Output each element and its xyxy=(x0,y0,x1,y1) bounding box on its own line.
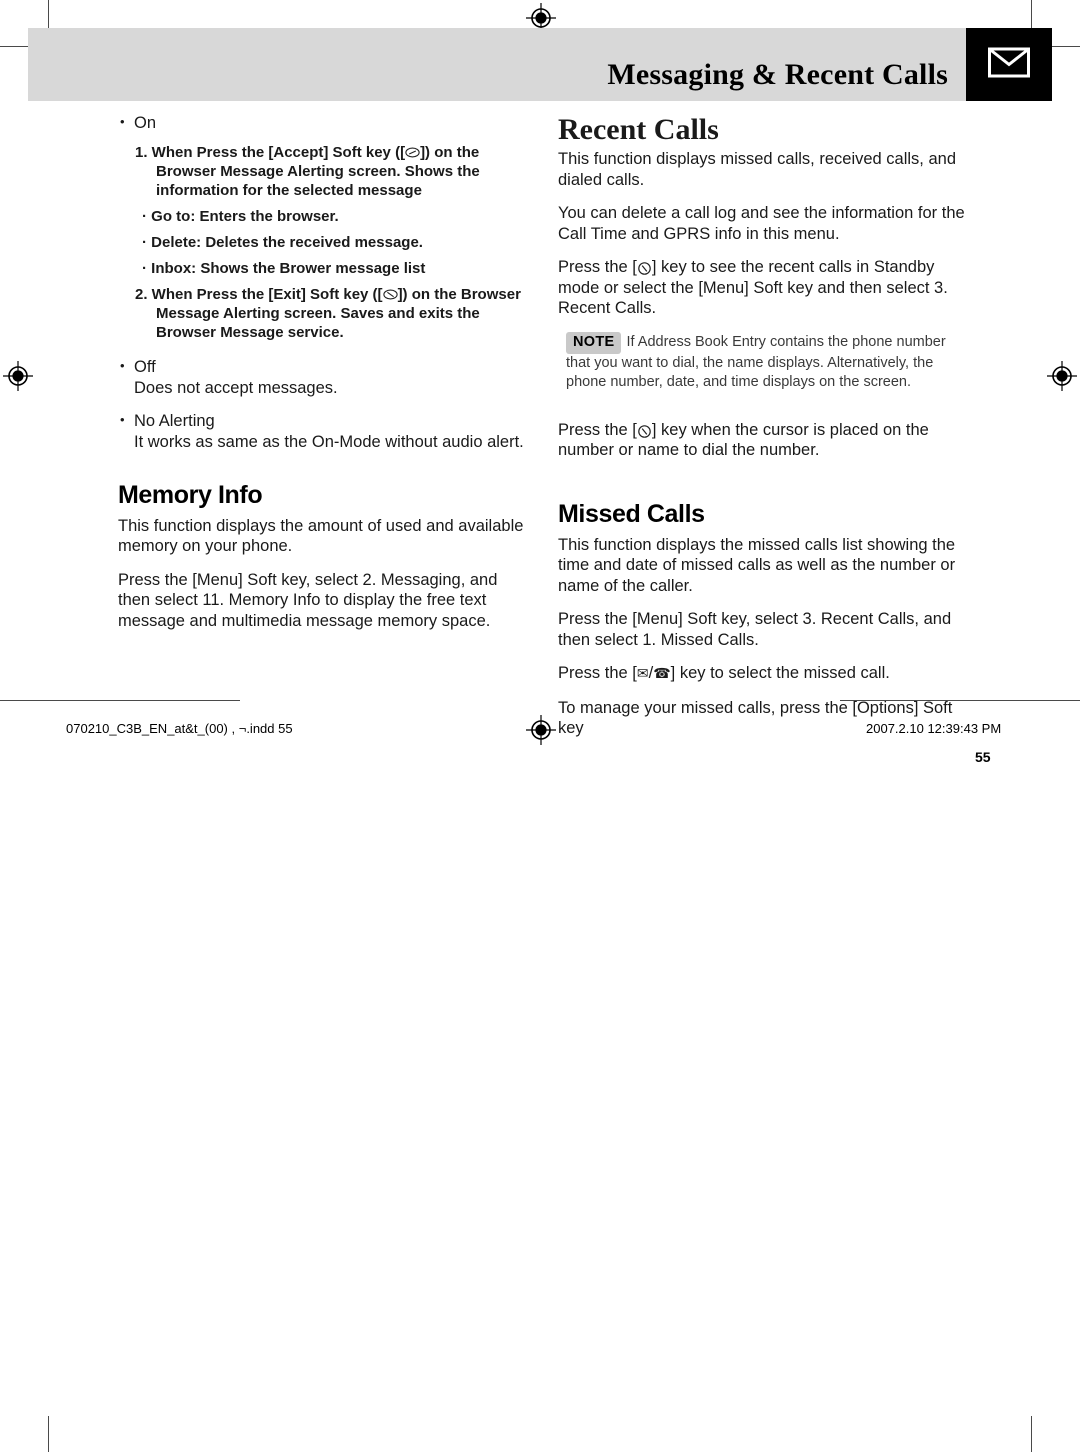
envelope-icon xyxy=(988,47,1030,82)
memory-info-paragraph-2: Press the [Menu] Soft key, select 2. Mes… xyxy=(118,570,498,630)
note-block: NOTE If Address Book Entry contains the p… xyxy=(558,331,970,392)
crop-mark-bottom-left-vertical xyxy=(48,1416,49,1452)
missed-calls-paragraph-1: This function displays the missed calls … xyxy=(558,535,956,595)
telephone-icon: ☎ xyxy=(653,666,671,682)
page-title: Messaging & Recent Calls xyxy=(607,58,948,91)
crop-mark-bottom-right-vertical xyxy=(1031,1416,1032,1452)
bullet-on: On xyxy=(118,112,530,134)
accept-soft-key-icon xyxy=(405,147,420,158)
sub-item-delete: · Delete: Deletes the received message. xyxy=(142,233,423,251)
memory-info-heading: Memory Info xyxy=(118,480,263,509)
send-key-icon xyxy=(637,262,652,275)
recent-calls-paragraph-2: You can delete a call log and see the in… xyxy=(558,204,965,243)
recent-calls-p3-lead: Press the [ xyxy=(558,258,637,276)
recent-calls-paragraph-3: Press the [] key to see the recent calls… xyxy=(558,257,970,319)
footer-timestamp: 2007.2.10 12:39:43 PM xyxy=(866,721,1002,736)
footer-rule-right xyxy=(840,700,1080,701)
recent-calls-paragraph-1: This function displays missed calls, rec… xyxy=(558,150,957,189)
page-content: On 1. When Press the [Accept] Soft key (… xyxy=(0,101,1080,765)
footer-file-info: 070210_C3B_EN_at&t_(00) , ¬.indd 55 xyxy=(66,721,293,736)
step-2-lead: 2. When Press the [Exit] Soft key ([ xyxy=(135,285,383,303)
footer-rule-left xyxy=(0,700,240,701)
missed-calls-heading: Missed Calls xyxy=(558,499,705,528)
no-alerting-description: It works as same as the On-Mode without … xyxy=(134,433,524,451)
recent-calls-paragraph-4: Press the [] key when the cursor is plac… xyxy=(558,420,970,461)
note-text: If Address Book Entry contains the phone… xyxy=(566,333,946,390)
missed-calls-paragraph-3: Press the [✉/☎] key to select the missed… xyxy=(558,663,970,685)
note-badge: NOTE xyxy=(566,331,622,354)
step-1: 1. When Press the [Accept] Soft key ([])… xyxy=(118,143,530,200)
memory-info-paragraph-1: This function displays the amount of use… xyxy=(118,516,524,556)
recent-calls-heading: Recent Calls xyxy=(558,113,719,146)
bullet-no-alerting: No Alerting xyxy=(118,410,530,432)
header-icon-box xyxy=(966,28,1052,101)
step-2: 2. When Press the [Exit] Soft key ([]) o… xyxy=(118,285,530,342)
exit-soft-key-icon xyxy=(382,289,398,300)
left-column: On 1. When Press the [Accept] Soft key (… xyxy=(118,112,530,644)
missed-calls-p3-tail: ] key to select the missed call. xyxy=(670,664,890,682)
envelope-icon: ✉ xyxy=(636,666,649,682)
off-description: Does not accept messages. xyxy=(134,379,338,397)
step-1-lead: 1. When Press the [Accept] Soft key ([ xyxy=(135,143,406,161)
bullet-off: Off xyxy=(118,356,530,378)
missed-calls-p3-lead: Press the [ xyxy=(558,664,637,682)
send-key-icon xyxy=(637,424,652,438)
missed-calls-paragraph-2: Press the [Menu] Soft key, select 3. Rec… xyxy=(558,610,952,649)
sub-item-goto: · Go to: Enters the browser. xyxy=(142,207,339,225)
sub-item-inbox: · Inbox: Shows the Brower message list xyxy=(142,259,426,277)
right-column: Recent Calls This function displays miss… xyxy=(558,113,970,739)
page-footer: 070210_C3B_EN_at&t_(00) , ¬.indd 55 2007… xyxy=(0,700,1080,1452)
page-header-band: Messaging & Recent Calls xyxy=(28,28,966,101)
recent-calls-p4-lead: Press the [ xyxy=(558,420,637,439)
